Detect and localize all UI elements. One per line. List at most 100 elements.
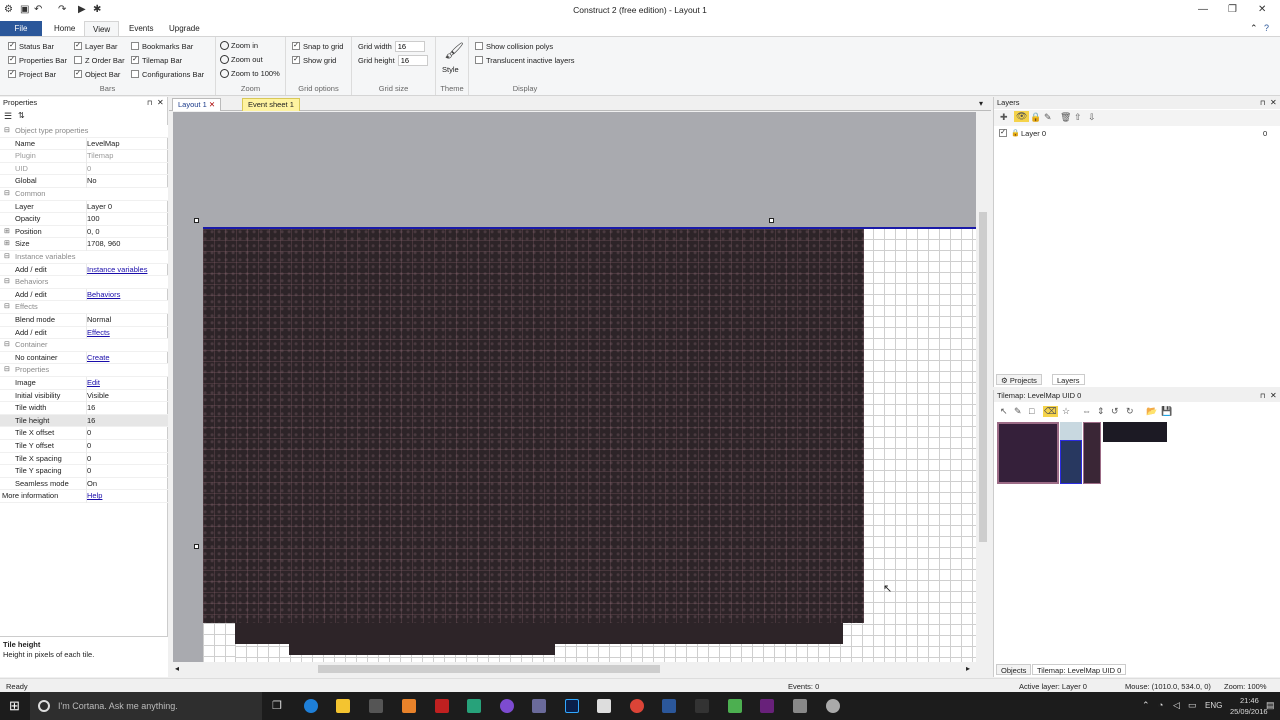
edit-icon[interactable]: ✎ — [1044, 112, 1052, 123]
property-row[interactable]: Layer Layer 0 — [0, 200, 168, 214]
style-button[interactable]: Style — [442, 65, 459, 74]
tab-close-icon[interactable]: ✕ — [209, 100, 215, 109]
tab-objects[interactable]: Objects — [996, 664, 1032, 675]
close-icon[interactable]: ✕ — [1270, 98, 1277, 107]
property-row[interactable]: Tile Y spacing 0 — [0, 465, 168, 478]
property-row[interactable]: ⊞ Position 0, 0 — [0, 225, 168, 239]
expand-icon[interactable]: ⊞ — [4, 238, 10, 251]
property-category[interactable]: ⊟ Common — [0, 188, 168, 201]
clock-time[interactable]: 21:46 — [1240, 696, 1259, 705]
horizontal-scrollbar[interactable]: ◂ ▸ — [173, 663, 976, 675]
property-value[interactable]: LevelMap — [86, 137, 168, 151]
categorized-icon[interactable]: ☰ — [4, 111, 12, 122]
chrome-icon[interactable] — [630, 699, 644, 713]
stamp-icon[interactable]: ☆ — [1062, 406, 1070, 417]
pin-icon[interactable]: ⊓ — [1260, 99, 1265, 107]
pin-icon[interactable]: ⊓ — [147, 99, 152, 107]
layer-visible-checkbox[interactable]: ✓ — [999, 129, 1007, 137]
property-category[interactable]: ⊟ Object type properties — [0, 125, 168, 138]
property-row[interactable]: Add / edit Instance variables — [0, 263, 168, 277]
flip-vertical-icon[interactable]: ⇕ — [1097, 406, 1105, 417]
scroll-right-icon[interactable]: ▸ — [966, 664, 970, 673]
property-row[interactable]: Plugin Tilemap — [0, 150, 168, 163]
tab-layers[interactable]: Layers — [1052, 374, 1085, 385]
vertical-scroll-thumb[interactable] — [979, 212, 987, 542]
tileset-image[interactable] — [1083, 422, 1101, 484]
tab-file[interactable]: File — [0, 21, 42, 36]
construct-icon[interactable] — [826, 699, 840, 713]
property-value[interactable]: No — [86, 175, 168, 188]
object-bar-checkbox[interactable]: ✓ Object Bar — [74, 70, 120, 79]
delete-icon[interactable]: 🗑 — [1060, 112, 1071, 123]
explorer-icon[interactable] — [336, 699, 350, 713]
property-category[interactable]: ⊟ Container — [0, 339, 168, 352]
configurations-bar-checkbox[interactable]: Configurations Bar — [131, 70, 204, 79]
lock-icon[interactable]: 🔒 — [1030, 112, 1041, 123]
property-row[interactable]: Tile Y offset 0 — [0, 440, 168, 453]
minimize-icon[interactable]: — — [1198, 4, 1208, 15]
property-link[interactable]: Create — [86, 351, 168, 365]
property-link[interactable]: Edit — [86, 377, 168, 390]
eraser-icon[interactable]: ⌫ — [1043, 406, 1058, 417]
ribbon-collapse-icon[interactable]: ⌃ — [1250, 23, 1258, 34]
word-icon[interactable] — [662, 699, 676, 713]
property-row[interactable]: No container Create — [0, 351, 168, 365]
tab-events[interactable]: Events — [121, 21, 161, 36]
property-row[interactable]: Name LevelMap — [0, 137, 168, 151]
z-order-bar-checkbox[interactable]: Z Order Bar — [74, 56, 125, 65]
app-icon[interactable] — [695, 699, 709, 713]
cortana-search[interactable]: I'm Cortana. Ask me anything. — [30, 692, 262, 720]
app-icon[interactable] — [532, 699, 546, 713]
layer-bar-checkbox[interactable]: ✓ Layer Bar — [74, 42, 118, 51]
grid-width-input[interactable] — [394, 41, 425, 52]
tab-tilemap[interactable]: Tilemap: LevelMap UID 0 — [1032, 664, 1127, 675]
property-value[interactable]: Visible — [86, 389, 168, 403]
collapse-icon[interactable]: ⊟ — [4, 301, 10, 314]
flip-horizontal-icon[interactable]: ⇔ — [1082, 406, 1091, 416]
grid-height-input[interactable] — [397, 55, 428, 66]
tab-home[interactable]: Home — [46, 21, 83, 36]
collapse-icon[interactable]: ⊟ — [4, 188, 10, 201]
property-value[interactable]: 0 — [86, 440, 168, 453]
property-value[interactable]: 0 — [86, 452, 168, 466]
tileset-image-selected[interactable] — [1060, 440, 1082, 484]
property-row[interactable]: Global No — [0, 175, 168, 188]
property-row[interactable]: Blend mode Normal — [0, 314, 168, 327]
pointer-icon[interactable]: ↖ — [1000, 406, 1008, 417]
tileset-image[interactable] — [997, 422, 1059, 484]
show-grid-checkbox[interactable]: ✓ Show grid — [292, 56, 336, 65]
property-value[interactable]: 0 — [86, 162, 168, 176]
store-icon[interactable] — [369, 699, 383, 713]
property-row[interactable]: Tile X spacing 0 — [0, 452, 168, 466]
collapse-icon[interactable]: ⊟ — [4, 251, 10, 264]
property-row[interactable]: Tile X offset 0 — [0, 427, 168, 440]
translucent-inactive-layers-checkbox[interactable]: Translucent inactive layers — [475, 56, 575, 65]
property-row[interactable]: Seamless mode On — [0, 477, 168, 491]
tileset-image[interactable] — [1060, 422, 1082, 440]
property-value[interactable]: On — [86, 477, 168, 491]
property-value[interactable]: 16 — [86, 414, 168, 428]
edge-icon[interactable] — [304, 699, 318, 713]
brush-icon[interactable]: 🖌 — [444, 41, 464, 61]
property-category[interactable]: ⊟ Properties — [0, 364, 168, 377]
property-row[interactable]: Tile height 16 — [0, 414, 168, 428]
collapse-icon[interactable]: ⊟ — [4, 364, 10, 377]
property-category[interactable]: ⊟ Instance variables — [0, 251, 168, 264]
battery-icon[interactable]: ▭ — [1188, 700, 1197, 711]
move-up-icon[interactable]: ⇧ — [1074, 112, 1082, 123]
property-row[interactable]: Add / edit Behaviors — [0, 288, 168, 302]
restore-icon[interactable]: ❐ — [1228, 4, 1237, 15]
app-icon[interactable] — [500, 699, 514, 713]
status-bar-checkbox[interactable]: ✓ Status Bar — [8, 42, 54, 51]
close-icon[interactable]: ✕ — [157, 98, 164, 107]
add-layer-icon[interactable]: ✚ — [1000, 112, 1008, 123]
app-icon[interactable] — [402, 699, 416, 713]
properties-bar-checkbox[interactable]: ✓ Properties Bar — [8, 56, 67, 65]
rotate-ccw-icon[interactable]: ↺ — [1111, 406, 1119, 417]
property-row[interactable]: Add / edit Effects — [0, 326, 168, 340]
tilemap-bar-checkbox[interactable]: ✓ Tilemap Bar — [131, 56, 182, 65]
help-icon[interactable]: ? — [1264, 23, 1269, 33]
photoshop-icon[interactable] — [565, 699, 579, 713]
snap-to-grid-checkbox[interactable]: ✓ Snap to grid — [292, 42, 343, 51]
resize-handle[interactable] — [194, 544, 199, 549]
